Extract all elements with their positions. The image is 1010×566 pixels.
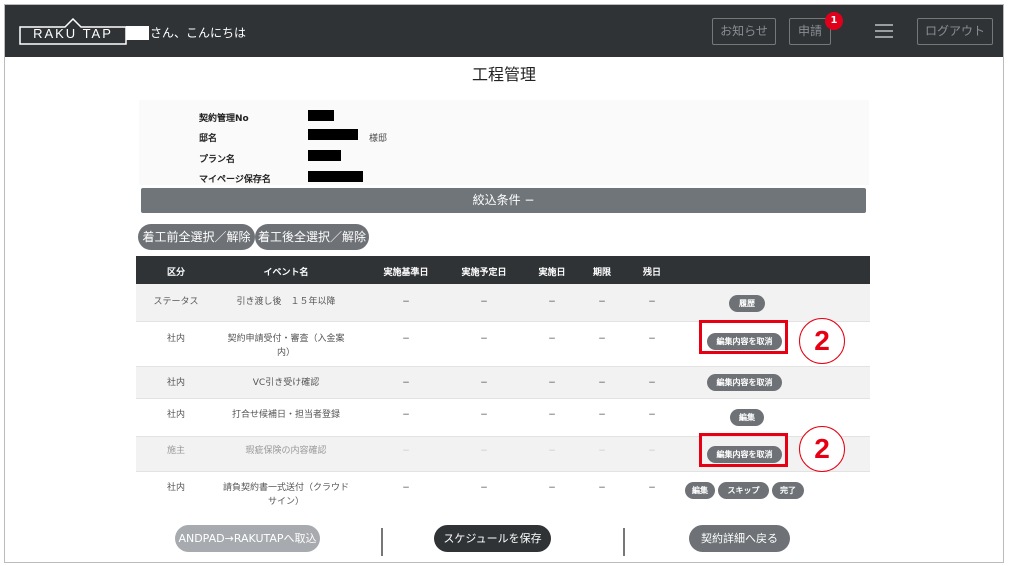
skip-button[interactable]: スキップ	[718, 482, 769, 499]
cell-actual-date: −	[548, 334, 556, 344]
page-title: 工程管理	[471, 65, 536, 84]
redacted-contract-no	[308, 110, 334, 121]
complete-button[interactable]: 完了	[772, 482, 804, 499]
cell-actual-date: −	[548, 483, 556, 493]
header-kubun: 区分	[166, 268, 185, 278]
table-row: 社内 請負契約書一式送付（クラウドサイン） − − − − − 編集 スキップ …	[136, 472, 870, 514]
cell-base-date: −	[402, 334, 410, 344]
cell-deadline: −	[598, 297, 606, 307]
cell-kubun: 社内	[166, 378, 185, 388]
footer-divider	[381, 528, 383, 556]
cell-kubun: 社内	[166, 483, 185, 493]
history-button[interactable]: 履歴	[729, 295, 765, 312]
cell-actual-date: −	[548, 378, 556, 388]
footer-divider	[623, 528, 625, 556]
cell-planned-date: −	[480, 297, 488, 307]
residence-suffix: 様邸	[369, 134, 388, 144]
cell-days-left: −	[648, 410, 656, 420]
redacted-mypage-name	[308, 171, 363, 182]
cell-kubun: 社内	[166, 410, 185, 420]
annotation-number-badge: 2	[799, 318, 845, 364]
cell-event-name: 請負契約書一式送付（クラウドサイン）	[222, 483, 349, 507]
cell-days-left: −	[648, 334, 656, 344]
redacted-plan-name	[308, 150, 341, 161]
header-days-left: 残日	[642, 268, 661, 278]
cell-kubun: 社内	[166, 334, 185, 344]
app-frame: RAKU TAP さん、こんにちは お知らせ 申請 1 ログアウト 工程管理 契…	[4, 4, 1004, 563]
annotation-number-badge: 2	[799, 426, 845, 472]
cell-base-date: −	[402, 378, 410, 388]
table-header: 区分 イベント名 実施基準日 実施予定日 実施日 期限 残日	[136, 256, 870, 284]
plan-name-label: プラン名	[199, 155, 236, 165]
cell-kubun: 施主	[166, 446, 185, 456]
header-event-name: イベント名	[263, 268, 309, 278]
cell-days-left: −	[648, 483, 656, 493]
edit-button[interactable]: 編集	[685, 482, 715, 499]
header-deadline: 期限	[592, 268, 611, 278]
edit-button[interactable]: 編集	[730, 409, 764, 426]
cell-event-name: VC引き受け確認	[252, 378, 320, 388]
hamburger-menu-icon[interactable]	[875, 24, 893, 38]
table-row: 社内 打合せ候補日・担当者登録 − − − − − 編集	[136, 399, 870, 437]
table-row: 社内 VC引き受け確認 − − − − − 編集内容を取消	[136, 367, 870, 399]
andpad-import-button[interactable]: ANDPAD→RAKUTAPへ取込	[175, 525, 320, 552]
select-before-construction-button[interactable]: 着工前全選択／解除	[138, 224, 255, 250]
save-schedule-button[interactable]: スケジュールを保存	[434, 525, 551, 552]
cell-kubun: ステータス	[153, 297, 199, 307]
contract-no-label: 契約管理No	[199, 114, 249, 124]
cell-base-date: −	[402, 410, 410, 420]
cell-event-name: 契約申請受付・審査（入金案内）	[227, 334, 345, 358]
cell-base-date: −	[402, 297, 410, 307]
cell-planned-date: −	[480, 483, 488, 493]
raku-tap-logo[interactable]: RAKU TAP	[19, 18, 127, 45]
highlight-box-row5	[699, 433, 788, 467]
cell-planned-date: −	[480, 410, 488, 420]
cell-deadline: −	[598, 410, 606, 420]
mypage-save-name-label: マイページ保存名	[199, 175, 271, 185]
top-navigation-bar: RAKU TAP さん、こんにちは お知らせ 申請 1 ログアウト	[5, 5, 1003, 57]
apply-count-badge: 1	[825, 12, 843, 30]
cell-base-date: −	[402, 483, 410, 493]
table-row: ステータス 引き渡し後 １５年以降 − − − − − 履歴	[136, 284, 870, 322]
back-to-contract-button[interactable]: 契約詳細へ戻る	[689, 525, 790, 552]
cell-actual-date: −	[548, 410, 556, 420]
cell-planned-date: −	[480, 446, 488, 456]
filter-conditions-toggle[interactable]: 絞込条件 −	[141, 188, 866, 213]
highlight-box-row2	[699, 320, 788, 354]
cell-deadline: −	[598, 334, 606, 344]
cell-base-date: −	[402, 446, 410, 456]
cell-event-name: 瑕疵保険の内容確認	[245, 446, 327, 456]
logout-button[interactable]: ログアウト	[917, 18, 993, 45]
residence-name-label: 邸名	[199, 134, 218, 144]
cell-deadline: −	[598, 446, 606, 456]
select-after-construction-button[interactable]: 着工後全選択／解除	[255, 224, 369, 250]
cell-planned-date: −	[480, 334, 488, 344]
greeting-text: さん、こんにちは	[150, 26, 247, 40]
cell-deadline: −	[598, 378, 606, 388]
cell-actual-date: −	[548, 297, 556, 307]
logo-text: RAKU TAP	[33, 26, 113, 41]
process-table: 区分 イベント名 実施基準日 実施予定日 実施日 期限 残日 ステータス 引き渡…	[136, 256, 870, 514]
user-greeting: さん、こんにちは	[126, 24, 246, 41]
cell-days-left: −	[648, 446, 656, 456]
cell-event-name: 引き渡し後 １５年以降	[236, 297, 336, 307]
header-actual-date: 実施日	[538, 268, 566, 278]
cancel-edit-button[interactable]: 編集内容を取消	[707, 374, 782, 391]
notice-button[interactable]: お知らせ	[712, 18, 776, 45]
cell-planned-date: −	[480, 378, 488, 388]
redacted-residence-name	[308, 129, 358, 140]
redacted-user-name	[126, 25, 149, 40]
header-base-date: 実施基準日	[383, 268, 429, 278]
cell-days-left: −	[648, 378, 656, 388]
cell-days-left: −	[648, 297, 656, 307]
cell-deadline: −	[598, 483, 606, 493]
header-planned-date: 実施予定日	[461, 268, 507, 278]
contract-info-panel: 契約管理No 邸名 様邸 プラン名 マイページ保存名	[139, 100, 869, 185]
cell-actual-date: −	[548, 446, 556, 456]
cell-event-name: 打合せ候補日・担当者登録	[231, 410, 340, 420]
